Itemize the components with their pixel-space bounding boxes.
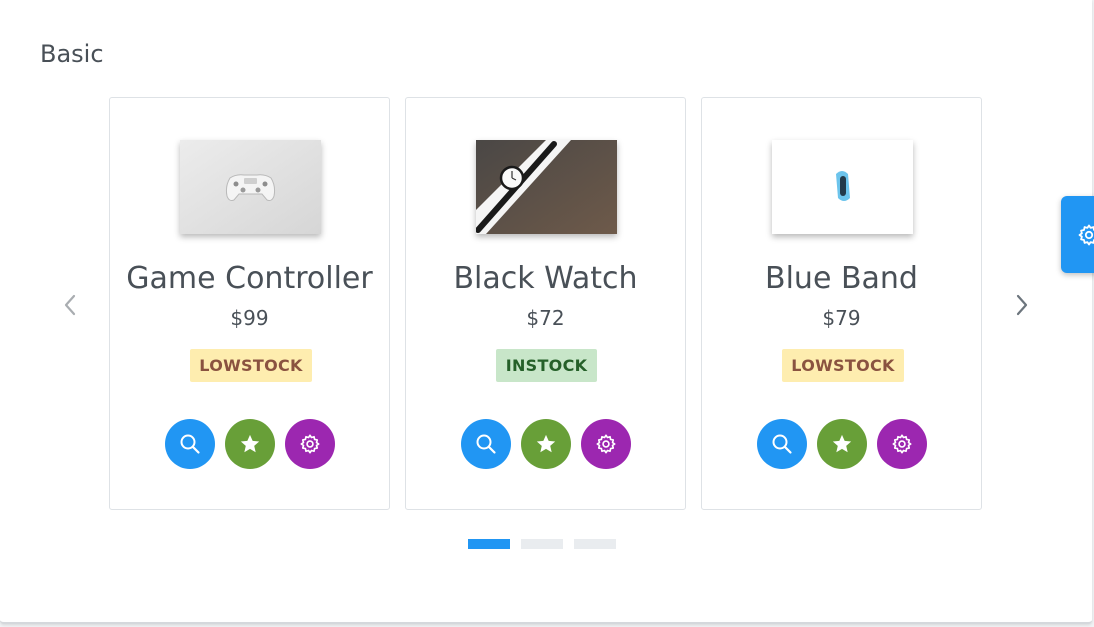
- search-button[interactable]: [460, 419, 511, 469]
- product-card: Game Controller $99 LOWSTOCK: [109, 97, 390, 510]
- favorite-button[interactable]: [520, 419, 571, 469]
- status-badge: INSTOCK: [496, 349, 597, 382]
- carousel-indicator-2[interactable]: [521, 539, 563, 549]
- product-name: Game Controller: [126, 261, 373, 296]
- carousel-indicator-3[interactable]: [574, 539, 616, 549]
- product-name: Blue Band: [765, 261, 918, 296]
- gear-icon: [595, 434, 616, 454]
- product-card: Black Watch $72 INSTOCK: [405, 97, 686, 510]
- product-price: $79: [822, 306, 861, 330]
- blue-band-image: [772, 140, 913, 234]
- carousel-prev-button[interactable]: [50, 285, 90, 325]
- status-badge: LOWSTOCK: [782, 349, 904, 382]
- action-group: [110, 419, 389, 469]
- product-card: Blue Band $79 LOWSTOCK: [701, 97, 982, 510]
- product-price: $72: [526, 306, 565, 330]
- chevron-left-icon: [64, 294, 76, 316]
- carousel-indicator-1[interactable]: [468, 539, 510, 549]
- gear-icon: [299, 434, 320, 454]
- status-badge: LOWSTOCK: [190, 349, 312, 382]
- star-icon: [832, 434, 851, 453]
- product-price: $99: [230, 306, 269, 330]
- favorite-button[interactable]: [224, 419, 275, 469]
- settings-button[interactable]: [876, 419, 927, 469]
- gear-icon: [891, 434, 912, 454]
- settings-button[interactable]: [580, 419, 631, 469]
- section-title: Basic: [40, 40, 104, 68]
- favorite-button[interactable]: [816, 419, 867, 469]
- black-watch-image: [476, 140, 617, 234]
- game-controller-image: [180, 140, 321, 234]
- config-button[interactable]: [1061, 196, 1094, 273]
- action-group: [406, 419, 685, 469]
- product-name: Black Watch: [453, 261, 638, 296]
- carousel-next-button[interactable]: [1002, 285, 1042, 325]
- star-icon: [240, 434, 259, 453]
- search-button[interactable]: [756, 419, 807, 469]
- chevron-right-icon: [1016, 294, 1028, 316]
- gear-icon: [1078, 224, 1094, 245]
- search-button[interactable]: [164, 419, 215, 469]
- search-icon: [476, 434, 496, 454]
- settings-button[interactable]: [284, 419, 335, 469]
- carousel-panel: Basic Game Controller $99 LOWSTOCK Black…: [0, 0, 1092, 624]
- carousel-indicators: [468, 539, 616, 549]
- star-icon: [536, 434, 555, 453]
- search-icon: [772, 434, 792, 454]
- search-icon: [180, 434, 200, 454]
- action-group: [702, 419, 981, 469]
